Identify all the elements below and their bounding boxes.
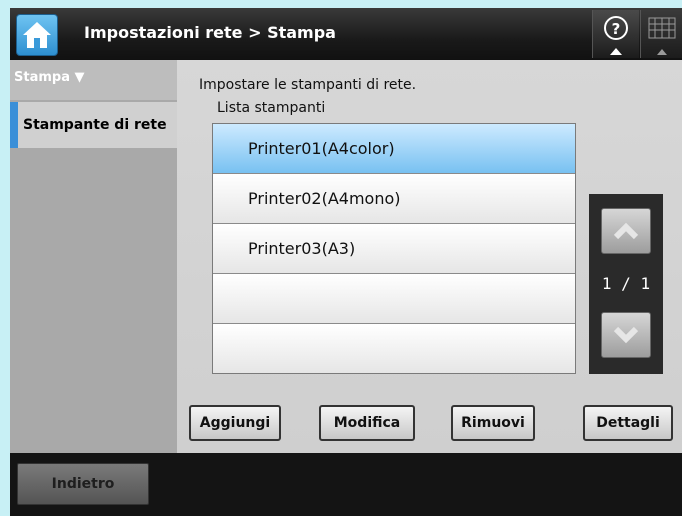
pager: 1 / 1 [589, 194, 663, 374]
back-button[interactable]: Indietro [17, 463, 149, 505]
details-button[interactable]: Dettagli [583, 405, 673, 441]
chevron-down-icon [613, 326, 639, 344]
printer-row[interactable]: Printer03(A3) [213, 224, 575, 274]
sidebar: Stampa ▼ Stampante di rete [10, 60, 177, 453]
printer-list-label: Lista stampanti [217, 100, 326, 116]
chevron-up-icon [613, 222, 639, 240]
instructions-text: Impostare le stampanti di rete. [199, 77, 417, 93]
keyboard-button[interactable] [640, 10, 682, 58]
sidebar-item-label: Stampante di rete [23, 117, 167, 133]
help-button[interactable]: ? [592, 10, 639, 58]
header-bar: Impostazioni rete > Stampa ? [10, 8, 682, 60]
home-icon [23, 22, 51, 48]
printer-row[interactable]: Printer01(A4color) [213, 124, 575, 174]
printer-row-empty[interactable] [213, 324, 575, 373]
sidebar-section-stampa[interactable]: Stampa ▼ [10, 60, 177, 100]
printer-list: Printer01(A4color) Printer02(A4mono) Pri… [212, 123, 576, 374]
keyboard-icon [648, 17, 676, 55]
svg-text:?: ? [612, 20, 621, 38]
edit-button[interactable]: Modifica [319, 405, 415, 441]
main-panel: Impostare le stampanti di rete. Lista st… [177, 60, 682, 453]
printer-row-empty[interactable] [213, 274, 575, 324]
page-indicator: 1 / 1 [601, 274, 651, 293]
printer-name: Printer01(A4color) [248, 139, 395, 158]
home-button[interactable] [16, 14, 58, 56]
footer-bar: Indietro [10, 453, 682, 516]
add-button[interactable]: Aggiungi [189, 405, 281, 441]
sidebar-section-label: Stampa ▼ [14, 70, 85, 85]
sidebar-item-network-printer[interactable]: Stampante di rete [10, 102, 177, 148]
printer-name: Printer02(A4mono) [248, 189, 401, 208]
printer-row[interactable]: Printer02(A4mono) [213, 174, 575, 224]
page-down-button[interactable] [601, 312, 651, 358]
page-up-button[interactable] [601, 208, 651, 254]
selection-indicator [10, 102, 18, 148]
page-title: Impostazioni rete > Stampa [84, 23, 336, 42]
remove-button[interactable]: Rimuovi [451, 405, 535, 441]
help-icon: ? [604, 16, 628, 55]
printer-name: Printer03(A3) [248, 239, 356, 258]
